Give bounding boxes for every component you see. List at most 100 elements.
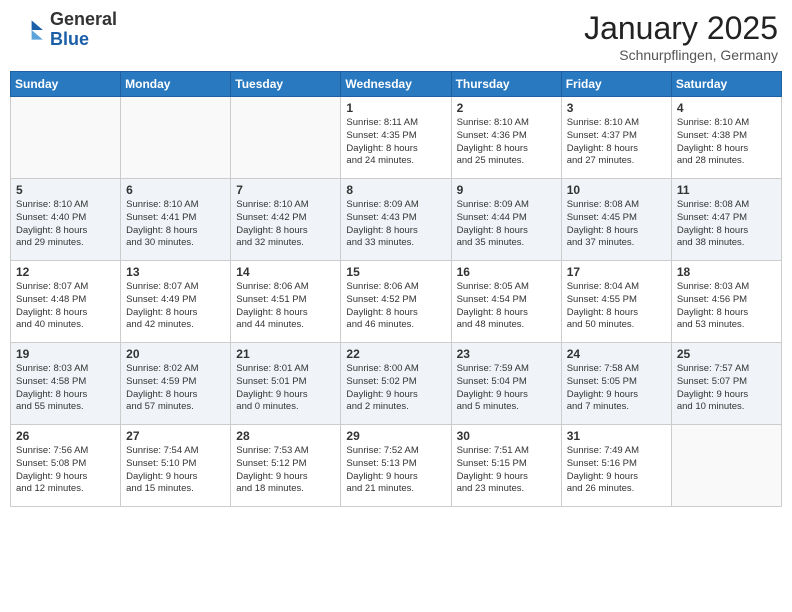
day-number: 6 — [126, 183, 225, 197]
calendar-cell: 7 Sunrise: 8:10 AMSunset: 4:42 PMDaylight… — [231, 179, 341, 261]
day-number: 13 — [126, 265, 225, 279]
day-number: 16 — [457, 265, 556, 279]
cell-content: Sunrise: 8:04 AMSunset: 4:55 PMDaylight:… — [567, 281, 666, 332]
day-number: 1 — [346, 101, 445, 115]
cell-content: Sunrise: 8:10 AMSunset: 4:36 PMDaylight:… — [457, 117, 556, 168]
calendar-cell: 6 Sunrise: 8:10 AMSunset: 4:41 PMDaylight… — [121, 179, 231, 261]
cell-content: Sunrise: 8:03 AMSunset: 4:56 PMDaylight:… — [677, 281, 776, 332]
day-number: 25 — [677, 347, 776, 361]
day-number: 8 — [346, 183, 445, 197]
calendar-cell: 10 Sunrise: 8:08 AMSunset: 4:45 PMDayligh… — [561, 179, 671, 261]
calendar-cell — [231, 97, 341, 179]
calendar-cell: 21Sunrise: 8:01 AMSunset: 5:01 PMDayligh… — [231, 343, 341, 425]
cell-content: Sunrise: 8:10 AMSunset: 4:38 PMDaylight:… — [677, 117, 776, 168]
calendar-cell: 18 Sunrise: 8:03 AMSunset: 4:56 PMDayligh… — [671, 261, 781, 343]
cell-content: Sunrise: 7:59 AMSunset: 5:04 PMDaylight:… — [457, 363, 556, 414]
day-number: 30 — [457, 429, 556, 443]
day-number: 20 — [126, 347, 225, 361]
logo-icon — [14, 14, 46, 46]
cell-content: Sunrise: 8:11 AMSunset: 4:35 PMDaylight:… — [346, 117, 445, 168]
weekday-header-saturday: Saturday — [671, 72, 781, 97]
cell-content: Sunrise: 7:52 AMSunset: 5:13 PMDaylight:… — [346, 445, 445, 496]
calendar-cell: 19 Sunrise: 8:03 AMSunset: 4:58 PMDayligh… — [11, 343, 121, 425]
day-number: 23 — [457, 347, 556, 361]
cell-content: Sunrise: 8:06 AMSunset: 4:51 PMDaylight:… — [236, 281, 335, 332]
cell-content: Sunrise: 8:03 AMSunset: 4:58 PMDaylight:… — [16, 363, 115, 414]
calendar-week-row: 1 Sunrise: 8:11 AMSunset: 4:35 PMDaylight… — [11, 97, 782, 179]
calendar-cell: 16 Sunrise: 8:05 AMSunset: 4:54 PMDayligh… — [451, 261, 561, 343]
calendar-cell: 17 Sunrise: 8:04 AMSunset: 4:55 PMDayligh… — [561, 261, 671, 343]
weekday-header-row: SundayMondayTuesdayWednesdayThursdayFrid… — [11, 72, 782, 97]
calendar-week-row: 19 Sunrise: 8:03 AMSunset: 4:58 PMDayligh… — [11, 343, 782, 425]
cell-content: Sunrise: 7:57 AMSunset: 5:07 PMDaylight:… — [677, 363, 776, 414]
day-number: 18 — [677, 265, 776, 279]
cell-content: Sunrise: 8:08 AMSunset: 4:47 PMDaylight:… — [677, 199, 776, 250]
calendar-cell: 5 Sunrise: 8:10 AMSunset: 4:40 PMDaylight… — [11, 179, 121, 261]
calendar-cell: 24 Sunrise: 7:58 AMSunset: 5:05 PMDayligh… — [561, 343, 671, 425]
weekday-header-thursday: Thursday — [451, 72, 561, 97]
day-number: 7 — [236, 183, 335, 197]
cell-content: Sunrise: 8:00 AMSunset: 5:02 PMDaylight:… — [346, 363, 445, 414]
day-number: 11 — [677, 183, 776, 197]
weekday-header-wednesday: Wednesday — [341, 72, 451, 97]
calendar-cell — [121, 97, 231, 179]
calendar-cell: 14 Sunrise: 8:06 AMSunset: 4:51 PMDayligh… — [231, 261, 341, 343]
day-number: 24 — [567, 347, 666, 361]
calendar-cell: 13 Sunrise: 8:07 AMSunset: 4:49 PMDayligh… — [121, 261, 231, 343]
calendar-cell: 22 Sunrise: 8:00 AMSunset: 5:02 PMDayligh… — [341, 343, 451, 425]
cell-content: Sunrise: 7:53 AMSunset: 5:12 PMDaylight:… — [236, 445, 335, 496]
day-number: 10 — [567, 183, 666, 197]
calendar-cell — [11, 97, 121, 179]
calendar-cell: 26Sunrise: 7:56 AMSunset: 5:08 PMDayligh… — [11, 425, 121, 507]
calendar-cell: 20 Sunrise: 8:02 AMSunset: 4:59 PMDayligh… — [121, 343, 231, 425]
title-block: January 2025 Schnurpflingen, Germany — [584, 10, 778, 63]
day-number: 3 — [567, 101, 666, 115]
day-number: 22 — [346, 347, 445, 361]
weekday-header-friday: Friday — [561, 72, 671, 97]
calendar-cell: 11 Sunrise: 8:08 AMSunset: 4:47 PMDayligh… — [671, 179, 781, 261]
calendar-cell: 9Sunrise: 8:09 AMSunset: 4:44 PMDaylight… — [451, 179, 561, 261]
calendar-cell: 4Sunrise: 8:10 AMSunset: 4:38 PMDaylight… — [671, 97, 781, 179]
cell-content: Sunrise: 8:10 AMSunset: 4:41 PMDaylight:… — [126, 199, 225, 250]
calendar-week-row: 26Sunrise: 7:56 AMSunset: 5:08 PMDayligh… — [11, 425, 782, 507]
cell-content: Sunrise: 7:56 AMSunset: 5:08 PMDaylight:… — [16, 445, 115, 496]
cell-content: Sunrise: 8:10 AMSunset: 4:42 PMDaylight:… — [236, 199, 335, 250]
cell-content: Sunrise: 8:02 AMSunset: 4:59 PMDaylight:… — [126, 363, 225, 414]
calendar-cell: 28 Sunrise: 7:53 AMSunset: 5:12 PMDayligh… — [231, 425, 341, 507]
cell-content: Sunrise: 8:10 AMSunset: 4:40 PMDaylight:… — [16, 199, 115, 250]
day-number: 29 — [346, 429, 445, 443]
calendar-week-row: 5 Sunrise: 8:10 AMSunset: 4:40 PMDaylight… — [11, 179, 782, 261]
cell-content: Sunrise: 7:58 AMSunset: 5:05 PMDaylight:… — [567, 363, 666, 414]
calendar-cell: 30Sunrise: 7:51 AMSunset: 5:15 PMDayligh… — [451, 425, 561, 507]
day-number: 5 — [16, 183, 115, 197]
cell-content: Sunrise: 8:06 AMSunset: 4:52 PMDaylight:… — [346, 281, 445, 332]
cell-content: Sunrise: 8:07 AMSunset: 4:48 PMDaylight:… — [16, 281, 115, 332]
calendar-cell: 29 Sunrise: 7:52 AMSunset: 5:13 PMDayligh… — [341, 425, 451, 507]
cell-content: Sunrise: 8:09 AMSunset: 4:43 PMDaylight:… — [346, 199, 445, 250]
day-number: 14 — [236, 265, 335, 279]
location: Schnurpflingen, Germany — [584, 47, 778, 63]
calendar-cell: 12 Sunrise: 8:07 AMSunset: 4:48 PMDayligh… — [11, 261, 121, 343]
day-number: 12 — [16, 265, 115, 279]
page-header: General Blue January 2025 Schnurpflingen… — [10, 10, 782, 63]
cell-content: Sunrise: 8:10 AMSunset: 4:37 PMDaylight:… — [567, 117, 666, 168]
day-number: 28 — [236, 429, 335, 443]
day-number: 17 — [567, 265, 666, 279]
cell-content: Sunrise: 8:05 AMSunset: 4:54 PMDaylight:… — [457, 281, 556, 332]
month-title: January 2025 — [584, 10, 778, 47]
weekday-header-monday: Monday — [121, 72, 231, 97]
cell-content: Sunrise: 8:01 AMSunset: 5:01 PMDaylight:… — [236, 363, 335, 414]
calendar-cell: 23 Sunrise: 7:59 AMSunset: 5:04 PMDayligh… — [451, 343, 561, 425]
calendar-cell — [671, 425, 781, 507]
day-number: 31 — [567, 429, 666, 443]
cell-content: Sunrise: 7:49 AMSunset: 5:16 PMDaylight:… — [567, 445, 666, 496]
cell-content: Sunrise: 8:07 AMSunset: 4:49 PMDaylight:… — [126, 281, 225, 332]
weekday-header-tuesday: Tuesday — [231, 72, 341, 97]
day-number: 19 — [16, 347, 115, 361]
logo: General Blue — [14, 10, 117, 50]
cell-content: Sunrise: 7:54 AMSunset: 5:10 PMDaylight:… — [126, 445, 225, 496]
calendar-table: SundayMondayTuesdayWednesdayThursdayFrid… — [10, 71, 782, 507]
calendar-week-row: 12 Sunrise: 8:07 AMSunset: 4:48 PMDayligh… — [11, 261, 782, 343]
cell-content: Sunrise: 8:08 AMSunset: 4:45 PMDaylight:… — [567, 199, 666, 250]
calendar-cell: 2Sunrise: 8:10 AMSunset: 4:36 PMDaylight… — [451, 97, 561, 179]
